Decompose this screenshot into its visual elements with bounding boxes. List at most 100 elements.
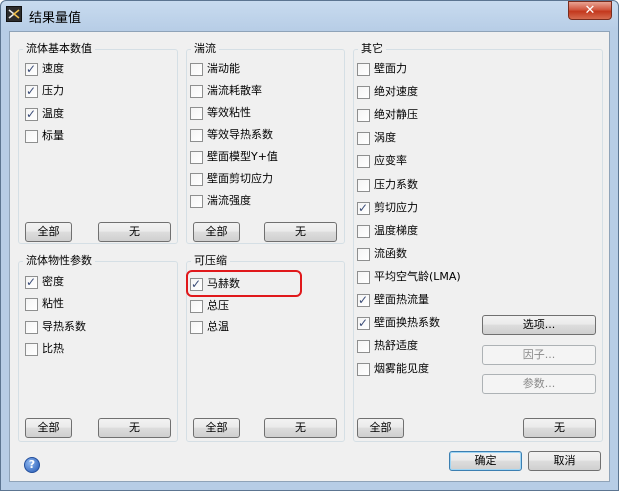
checkbox-label: 比热 [42, 341, 64, 355]
checkbox-unchecked-icon[interactable] [357, 270, 370, 284]
checkbox-label: 温度 [42, 106, 64, 120]
checkbox-unchecked-icon[interactable] [357, 155, 370, 169]
checkbox-checked-icon[interactable]: ✓ [357, 200, 370, 215]
checkbox-label: 总压 [207, 298, 229, 312]
checkbox-label: 壁面力 [374, 62, 407, 75]
checkbox-label: 等效导热系数 [207, 128, 273, 141]
comp-none-button[interactable]: 无 [264, 418, 337, 438]
props-none-button[interactable]: 无 [98, 418, 171, 438]
checkbox-label: 壁面换热系数 [374, 316, 440, 330]
checkbox-unchecked-icon[interactable] [190, 129, 203, 142]
checkbox-unchecked-icon[interactable] [357, 109, 370, 123]
checkbox-label: 绝对静压 [374, 108, 418, 122]
checkbox-unchecked-icon[interactable] [25, 298, 38, 312]
ok-button[interactable]: 确定 [449, 451, 522, 471]
checkbox-label: 温度梯度 [374, 223, 418, 237]
window-title: 结果量值 [29, 11, 82, 26]
checkbox-unchecked-icon[interactable] [25, 342, 38, 356]
options-button[interactable]: 选项... [482, 315, 596, 335]
checkbox-label: 马赫数 [207, 277, 240, 290]
dialog-window: 结果量值 ✕ 流体基本数值 全部 无 湍流 全部 无 其它 选项... 因子..… [0, 0, 619, 491]
checkbox-unchecked-icon[interactable] [190, 299, 203, 313]
checkbox-label: 标量 [42, 128, 64, 142]
checkbox-unchecked-icon[interactable] [25, 320, 38, 334]
checkbox-label: 绝对速度 [374, 85, 418, 99]
checkbox-label: 等效粘性 [207, 106, 251, 119]
other-all-button[interactable]: 全部 [357, 418, 404, 438]
checkbox-label: 速度 [42, 62, 64, 75]
checkbox-label: 涡度 [374, 131, 396, 145]
group-title: 可压缩 [191, 254, 230, 268]
checkbox-unchecked-icon[interactable] [357, 247, 370, 261]
checkbox-label: 密度 [42, 275, 64, 288]
check-mark-icon: ✓ [358, 200, 369, 215]
group-title: 其它 [358, 42, 386, 56]
checkbox-label: 剪切应力 [374, 200, 418, 214]
check-mark-icon: ✓ [191, 277, 202, 291]
checkbox-label: 平均空气龄(LMA) [374, 269, 461, 283]
checkbox-checked-icon[interactable]: ✓ [25, 62, 38, 76]
checkbox-unchecked-icon[interactable] [190, 173, 203, 186]
group-fluid-basic: 流体基本数值 [18, 42, 178, 244]
title-bar[interactable]: 结果量值 ✕ [1, 1, 618, 29]
checkbox-checked-icon[interactable]: ✓ [190, 277, 203, 291]
cancel-button[interactable]: 取消 [528, 451, 601, 471]
app-icon [6, 6, 22, 22]
checkbox-unchecked-icon[interactable] [190, 195, 203, 208]
help-icon[interactable]: ? [24, 457, 40, 473]
checkbox-unchecked-icon[interactable] [357, 63, 370, 76]
checkbox-unchecked-icon[interactable] [190, 85, 203, 98]
checkbox-checked-icon[interactable]: ✓ [357, 293, 370, 307]
comp-all-button[interactable]: 全部 [193, 418, 240, 438]
group-title: 湍流 [191, 42, 219, 56]
check-mark-icon: ✓ [26, 84, 37, 99]
factor-button[interactable]: 因子... [482, 345, 596, 365]
highlight-annotation [186, 270, 302, 297]
checkbox-label: 湍流耗散率 [207, 84, 262, 97]
checkbox-label: 导热系数 [42, 319, 86, 333]
checkbox-label: 粘性 [42, 297, 64, 311]
checkbox-label: 压力 [42, 84, 64, 98]
checkbox-label: 应变率 [374, 154, 407, 168]
checkbox-checked-icon[interactable]: ✓ [25, 84, 38, 99]
close-button[interactable]: ✕ [568, 1, 612, 20]
checkbox-unchecked-icon[interactable] [190, 321, 203, 334]
props-all-button[interactable]: 全部 [25, 418, 72, 438]
checkbox-label: 流函数 [374, 246, 407, 260]
group-title: 流体物性参数 [23, 254, 95, 268]
checkbox-unchecked-icon[interactable] [357, 363, 370, 377]
group-turbulence: 湍流 [186, 42, 345, 244]
checkbox-unchecked-icon[interactable] [357, 178, 370, 192]
checkbox-unchecked-icon[interactable] [190, 63, 203, 76]
checkbox-label: 热舒适度 [374, 339, 418, 353]
checkbox-unchecked-icon[interactable] [357, 224, 370, 238]
checkbox-unchecked-icon[interactable] [357, 340, 370, 354]
other-none-button[interactable]: 无 [523, 418, 596, 438]
checkbox-checked-icon[interactable]: ✓ [357, 316, 370, 331]
turb-all-button[interactable]: 全部 [193, 222, 240, 242]
check-mark-icon: ✓ [26, 62, 37, 76]
check-mark-icon: ✓ [26, 275, 37, 289]
params-button[interactable]: 参数... [482, 374, 596, 394]
checkbox-label: 壁面热流量 [374, 293, 429, 306]
checkbox-label: 壁面模型Y+值 [207, 150, 278, 163]
checkbox-checked-icon[interactable]: ✓ [25, 106, 38, 121]
check-mark-icon: ✓ [26, 106, 37, 121]
basic-none-button[interactable]: 无 [98, 222, 171, 242]
turb-none-button[interactable]: 无 [264, 222, 337, 242]
checkbox-unchecked-icon[interactable] [25, 129, 38, 143]
checkbox-label: 壁面剪切应力 [207, 172, 273, 185]
dialog-body: 流体基本数值 全部 无 湍流 全部 无 其它 选项... 因子... 参数...… [9, 31, 610, 482]
checkbox-label: 总温 [207, 320, 229, 333]
checkbox-checked-icon[interactable]: ✓ [25, 275, 38, 289]
checkbox-unchecked-icon[interactable] [190, 107, 203, 120]
checkbox-unchecked-icon[interactable] [190, 151, 203, 164]
checkbox-label: 湍流强度 [207, 194, 251, 207]
checkbox-label: 压力系数 [374, 177, 418, 191]
checkbox-unchecked-icon[interactable] [357, 132, 370, 146]
basic-all-button[interactable]: 全部 [25, 222, 72, 242]
group-title: 流体基本数值 [23, 42, 95, 56]
check-mark-icon: ✓ [358, 293, 369, 307]
checkbox-unchecked-icon[interactable] [357, 86, 370, 100]
checkbox-label: 湍动能 [207, 62, 240, 75]
